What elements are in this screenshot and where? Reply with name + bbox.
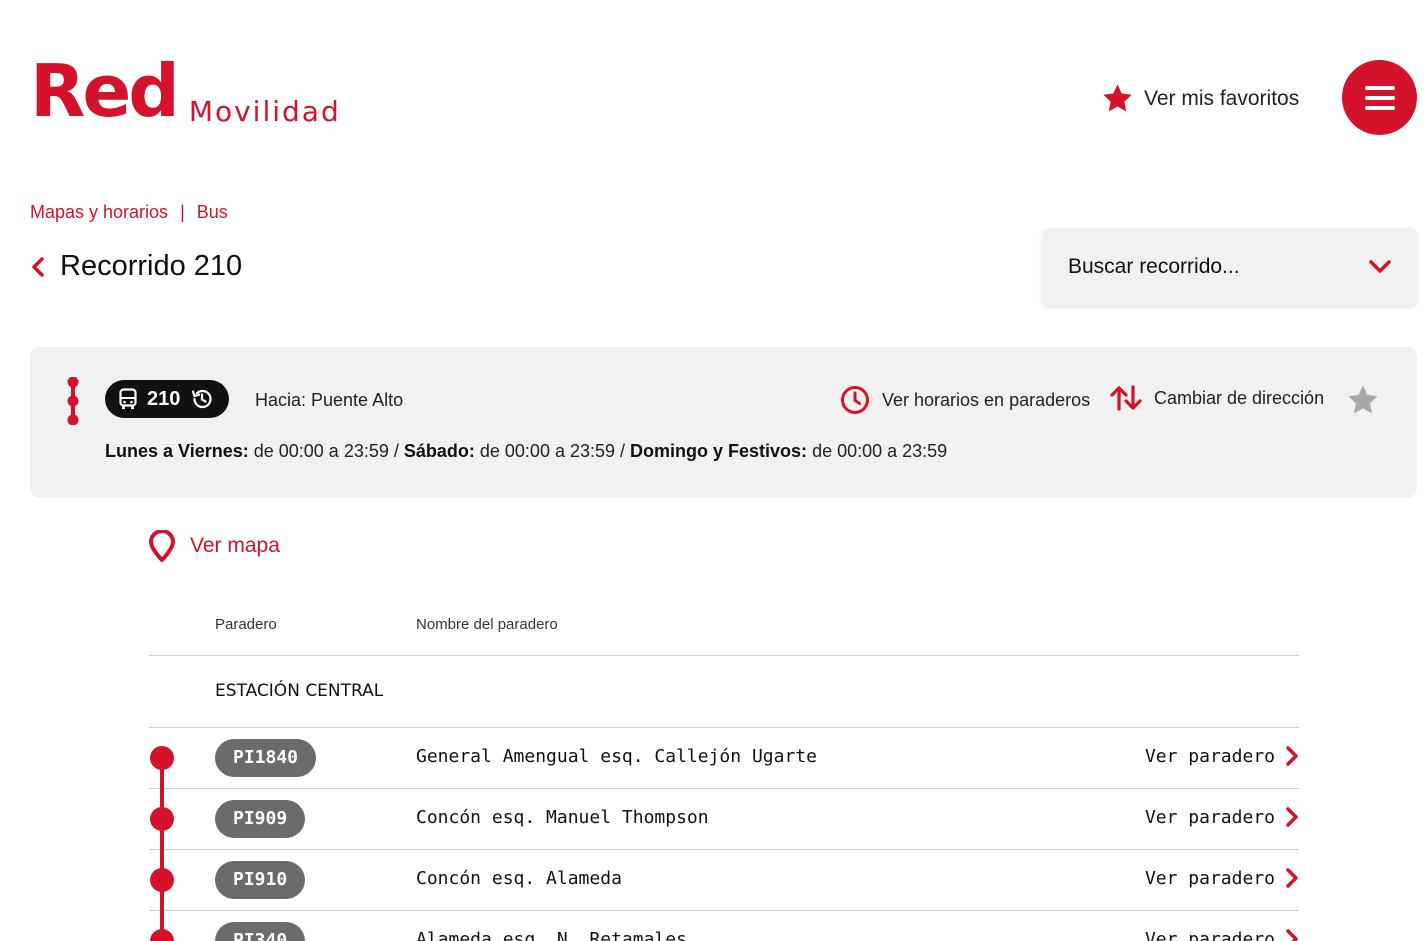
table-header: Paradero Nombre del paradero: [149, 600, 1299, 656]
stop-name: Concón esq. Manuel Thompson: [416, 807, 709, 828]
view-stop-label: Ver paradero: [1144, 867, 1275, 889]
stop-code[interactable]: PI1840: [215, 739, 317, 777]
brand-logo[interactable]: Red Movilidad: [30, 49, 341, 133]
favorites-label: Ver mis favoritos: [1144, 86, 1300, 110]
schedule-saturday-value: de 00:00 a 23:59: [474, 441, 616, 461]
route-direction: Hacia: Puente Alto: [255, 390, 404, 410]
route-line-icon: [67, 377, 79, 425]
view-stop-label: Ver paradero: [1144, 928, 1275, 941]
chevron-right-icon: [1286, 929, 1298, 941]
schedule-saturday-label: Sábado:: [403, 441, 475, 461]
schedule-sunday-label: Domingo y Festivos:: [630, 441, 808, 461]
route-badge: 210: [105, 380, 229, 418]
header-stop: Paradero: [215, 616, 277, 633]
view-stop-label: Ver paradero: [1144, 806, 1275, 828]
stop-dot: [150, 807, 174, 831]
view-map-label: Ver mapa: [190, 534, 280, 557]
chevron-right-icon: [1286, 746, 1298, 766]
table-row: PI910 Concón esq. Alameda Ver paradero: [149, 850, 1299, 911]
stop-dot: [150, 868, 174, 892]
logo-word: Red: [30, 49, 180, 133]
hamburger-icon: [1364, 85, 1395, 90]
stop-name: General Amengual esq. Callejón Ugarte: [416, 746, 817, 767]
favorites-link[interactable]: Ver mis favoritos: [1101, 82, 1299, 115]
stop-name: Concón esq. Alameda: [416, 868, 622, 889]
view-stop-link[interactable]: Ver paradero: [1145, 745, 1299, 767]
breadcrumb-maps[interactable]: Mapas y horarios: [30, 202, 168, 223]
schedule-weekdays-label: Lunes a Viernes:: [105, 441, 249, 461]
bus-icon: [119, 388, 137, 409]
stop-code[interactable]: PI910: [215, 861, 306, 899]
search-placeholder: Buscar recorrido...: [1068, 255, 1240, 278]
schedule-line: Lunes a Viernes: de 00:00 a 23:59 / Sába…: [105, 441, 948, 461]
view-stop-link[interactable]: Ver paradero: [1145, 806, 1299, 828]
clock-icon: [841, 386, 869, 414]
change-direction-label: Cambiar de dirección: [1154, 387, 1325, 408]
menu-button[interactable]: [1342, 60, 1417, 135]
map-pin-icon: [149, 530, 175, 562]
breadcrumb: Mapas y horarios | Bus: [30, 202, 228, 223]
logo-subtitle: Movilidad: [188, 95, 341, 128]
table-row: PI909 Concón esq. Manuel Thompson Ver pa…: [149, 789, 1299, 850]
chevron-down-icon: [1369, 260, 1391, 273]
stop-code[interactable]: PI909: [215, 800, 306, 838]
stop-dot: [150, 746, 174, 770]
group-row: ESTACIÓN CENTRAL: [149, 656, 1299, 728]
header-stop-name: Nombre del paradero: [416, 616, 558, 633]
table-row: PI340 Alameda esq. N. Retamales Ver para…: [149, 911, 1299, 941]
breadcrumb-separator: |: [180, 202, 185, 222]
view-stop-link[interactable]: Ver paradero: [1145, 928, 1299, 941]
chevron-right-icon: [1286, 807, 1298, 827]
stop-code[interactable]: PI340: [215, 922, 306, 941]
group-label: ESTACIÓN CENTRAL: [215, 681, 384, 701]
stop-hours-label: Ver horarios en paraderos: [882, 389, 1091, 410]
view-stop-link[interactable]: Ver paradero: [1145, 867, 1299, 889]
stop-name: Alameda esq. N. Retamales: [416, 929, 687, 941]
stop-hours-link[interactable]: Ver horarios en paraderos: [840, 385, 1090, 415]
star-icon: [1103, 84, 1132, 112]
chevron-left-icon[interactable]: [30, 255, 46, 279]
chevron-right-icon: [1286, 868, 1298, 888]
page-title: Recorrido 210: [60, 250, 243, 282]
change-direction-button[interactable]: Cambiar de dirección: [1110, 385, 1324, 411]
route-search-select[interactable]: Buscar recorrido...: [1042, 228, 1417, 306]
view-map-link[interactable]: Ver mapa: [148, 530, 280, 562]
breadcrumb-bus[interactable]: Bus: [197, 202, 228, 223]
schedule-sunday-value: de 00:00 a 23:59: [807, 441, 948, 461]
schedule-weekdays-value: de 00:00 a 23:59: [248, 441, 389, 461]
stops-table: Paradero Nombre del paradero ESTACIÓN CE…: [149, 600, 1299, 941]
view-stop-label: Ver paradero: [1144, 745, 1275, 767]
route-number: 210: [147, 387, 181, 410]
page-title-row: Recorrido 210: [30, 250, 242, 283]
history-clock-icon: [192, 389, 212, 409]
swap-vertical-icon: [1110, 385, 1142, 411]
stop-dot: [150, 929, 174, 941]
table-row: PI1840 General Amengual esq. Callejón Ug…: [149, 728, 1299, 789]
route-info-panel: 210 Hacia: Puente Alto Ver horarios en p…: [30, 347, 1417, 498]
favorite-star-icon[interactable]: [1346, 383, 1380, 417]
